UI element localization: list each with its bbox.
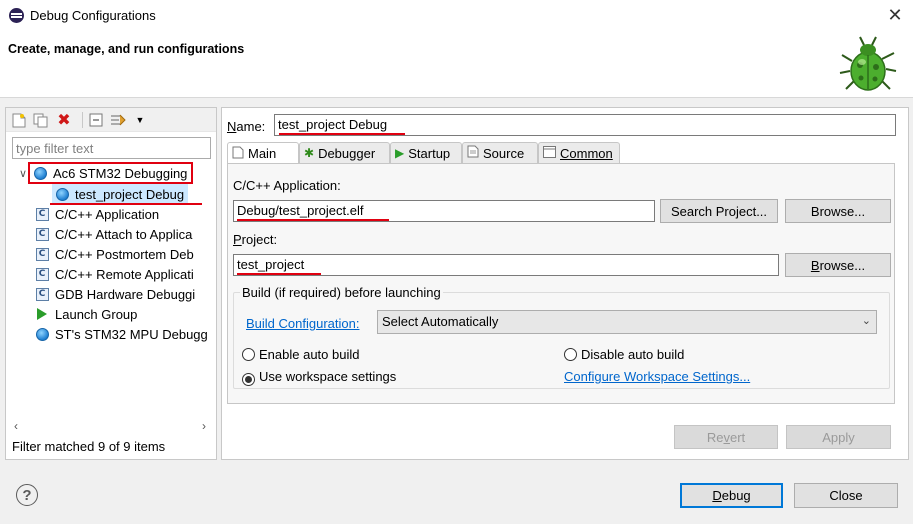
- name-label: Name:: [227, 119, 266, 134]
- filter-status: Filter matched 9 of 9 items: [12, 439, 166, 454]
- tree-item-cpp-attach[interactable]: C C/C++ Attach to Applica: [34, 224, 192, 244]
- radio-icon: [242, 348, 255, 361]
- globe-icon: [54, 186, 70, 202]
- c-icon: C: [34, 246, 50, 262]
- tree-item-launch-group[interactable]: Launch Group: [34, 304, 137, 324]
- filter-input[interactable]: [12, 137, 211, 159]
- tree-item-label: Launch Group: [55, 306, 138, 322]
- window-title: Debug Configurations: [30, 8, 156, 23]
- main-tab-content: C/C++ Application: Debug/test_project.el…: [227, 163, 895, 404]
- help-icon[interactable]: ?: [16, 484, 38, 506]
- tree-item-ac6-stm32-debugging[interactable]: ∨ Ac6 STM32 Debugging: [19, 162, 194, 184]
- main-tab-icon: [232, 146, 244, 162]
- build-configuration-select[interactable]: Select Automatically ⌄: [377, 310, 877, 334]
- tree-item-label: C/C++ Remote Applicati: [55, 266, 194, 282]
- tab-common[interactable]: Common: [538, 142, 620, 163]
- filter-config-icon[interactable]: [110, 112, 126, 128]
- common-tab-icon: [543, 145, 556, 161]
- c-icon: C: [34, 226, 50, 242]
- view-menu-chevron-down-icon[interactable]: ▼: [132, 112, 148, 128]
- bug-tab-icon: ✱: [304, 146, 315, 160]
- expand-chevron-icon[interactable]: ∨: [16, 167, 30, 180]
- highlight-underline: [279, 133, 405, 135]
- configuration-list-panel: ✖ ▼ ∨ Ac6 STM32 Debugging test_project D…: [5, 107, 217, 460]
- highlight-underline: [237, 273, 321, 275]
- search-project-button[interactable]: Search Project...: [660, 199, 778, 223]
- build-group-legend: Build (if required) before launching: [240, 285, 443, 300]
- globe-icon: [34, 326, 50, 342]
- close-button[interactable]: Close: [794, 483, 898, 508]
- tree-item-label: GDB Hardware Debuggi: [55, 286, 196, 302]
- tree-item-label: ST's STM32 MPU Debugg: [55, 326, 208, 342]
- project-label: Project:: [233, 232, 278, 247]
- build-configuration-link[interactable]: Build Configuration:: [246, 316, 359, 331]
- revert-button[interactable]: Re v ert: [674, 425, 778, 449]
- disable-auto-build-radio[interactable]: Disable auto build: [564, 347, 684, 362]
- tree-item-label: C/C++ Application: [55, 206, 160, 222]
- c-icon: C: [34, 206, 50, 222]
- browse-app-button[interactable]: Browse...: [785, 199, 891, 223]
- browse-project-button[interactable]: Browse...: [785, 253, 891, 277]
- title-bar: Debug Configurations ✕: [0, 0, 913, 31]
- c-icon: C: [34, 286, 50, 302]
- highlight-underline: [237, 219, 389, 221]
- chevron-down-icon: ⌄: [861, 315, 871, 327]
- tree-item-st-stm32-mpu[interactable]: ST's STM32 MPU Debugg: [34, 324, 208, 344]
- source-tab-icon: [467, 145, 479, 161]
- duplicate-config-icon[interactable]: [32, 112, 48, 128]
- radio-icon: [564, 348, 577, 361]
- tab-debugger[interactable]: ✱ Debugger: [299, 142, 390, 163]
- radio-selected-icon: [242, 373, 255, 386]
- startup-tab-icon: ▶: [395, 146, 405, 160]
- enable-auto-build-radio[interactable]: Enable auto build: [242, 347, 359, 362]
- tree-item-label: test_project Debug: [75, 186, 185, 202]
- apply-button[interactable]: Apply: [786, 425, 891, 449]
- scroll-left-icon[interactable]: ‹: [8, 418, 24, 435]
- toolbar-divider: [82, 112, 83, 128]
- configuration-tree: ∨ Ac6 STM32 Debugging test_project Debug…: [6, 162, 214, 414]
- dialog-header: Create, manage, and run configurations: [0, 31, 913, 98]
- tree-item-cpp-remote[interactable]: C C/C++ Remote Applicati: [34, 264, 194, 284]
- debug-button[interactable]: Debug: [680, 483, 783, 508]
- tree-item-cpp-application[interactable]: C C/C++ Application: [34, 204, 159, 224]
- launch-icon: [34, 306, 50, 322]
- tree-item-label: Ac6 STM32 Debugging: [53, 165, 188, 181]
- tree-item-label: C/C++ Attach to Applica: [55, 226, 193, 242]
- collapse-all-icon[interactable]: [88, 112, 104, 128]
- bug-banner-icon: [839, 36, 897, 91]
- horizontal-scrollbar[interactable]: ‹ ›: [6, 418, 216, 435]
- new-config-icon[interactable]: [11, 112, 27, 128]
- tree-item-cpp-postmortem[interactable]: C C/C++ Postmortem Deb: [34, 244, 194, 264]
- tree-item-gdb-hardware[interactable]: C GDB Hardware Debuggi: [34, 284, 195, 304]
- delete-config-icon[interactable]: ✖: [56, 112, 72, 129]
- close-icon[interactable]: ✕: [884, 4, 906, 26]
- tab-source[interactable]: Source: [462, 142, 538, 163]
- tab-main[interactable]: Main: [227, 142, 299, 164]
- configuration-editor: Name: test_project Debug Main ✱ Debugger…: [221, 107, 909, 460]
- tab-startup[interactable]: ▶ Startup: [390, 142, 462, 163]
- c-icon: C: [34, 266, 50, 282]
- globe-icon: [32, 165, 48, 181]
- configure-workspace-settings-link[interactable]: Configure Workspace Settings...: [564, 369, 750, 384]
- app-label: C/C++ Application:: [233, 178, 341, 193]
- dialog-subtitle: Create, manage, and run configurations: [8, 42, 245, 56]
- tree-item-test-project-debug[interactable]: test_project Debug: [52, 184, 189, 204]
- tree-item-label: C/C++ Postmortem Deb: [55, 246, 194, 262]
- eclipse-logo-icon: [9, 8, 24, 23]
- config-toolbar: ✖ ▼: [6, 108, 216, 132]
- scroll-right-icon[interactable]: ›: [196, 418, 212, 435]
- use-workspace-settings-radio[interactable]: Use workspace settings: [242, 369, 396, 386]
